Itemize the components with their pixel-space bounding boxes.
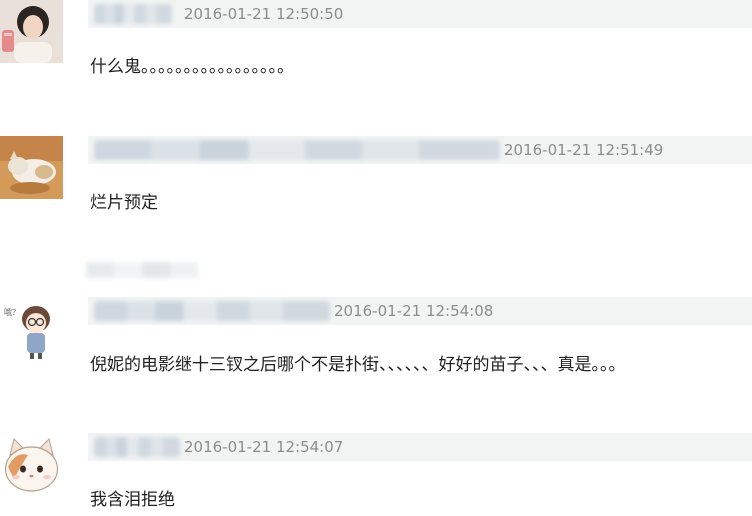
comment-text: 倪妮的电影继十三钗之后哪个不是扑街、、、、、、好好的苗子、、、真是。。。 — [90, 355, 626, 375]
redacted-username — [94, 301, 330, 321]
comment-text: 什么鬼。。。。。。。。。。。。。。。。。 — [90, 57, 294, 77]
comment-text: 烂片预定 — [90, 193, 158, 213]
comment-timestamp: 2016-01-21 12:51:49 — [504, 141, 664, 159]
user-avatar[interactable] — [0, 0, 63, 63]
cartoon-girl-avatar-icon: 哦？ — [0, 297, 63, 360]
redacted-username — [94, 4, 172, 24]
redacted-username — [94, 437, 180, 457]
user-avatar[interactable] — [0, 136, 63, 199]
redacted-username — [94, 140, 500, 160]
comment-text: 我含泪拒绝 — [90, 490, 175, 510]
user-avatar[interactable] — [0, 433, 63, 496]
cartoon-cat-avatar-icon — [0, 433, 63, 496]
user-avatar[interactable]: 哦？ — [0, 297, 63, 360]
comment-timestamp: 2016-01-21 12:54:07 — [184, 438, 344, 456]
comment-timestamp: 2016-01-21 12:54:08 — [334, 302, 494, 320]
comment-timestamp: 2016-01-21 12:50:50 — [184, 5, 344, 23]
cat-photo-avatar-icon — [0, 136, 63, 199]
redacted-text — [86, 262, 198, 278]
svg-text:哦？: 哦？ — [4, 307, 20, 317]
girl-avatar-icon — [0, 0, 63, 63]
